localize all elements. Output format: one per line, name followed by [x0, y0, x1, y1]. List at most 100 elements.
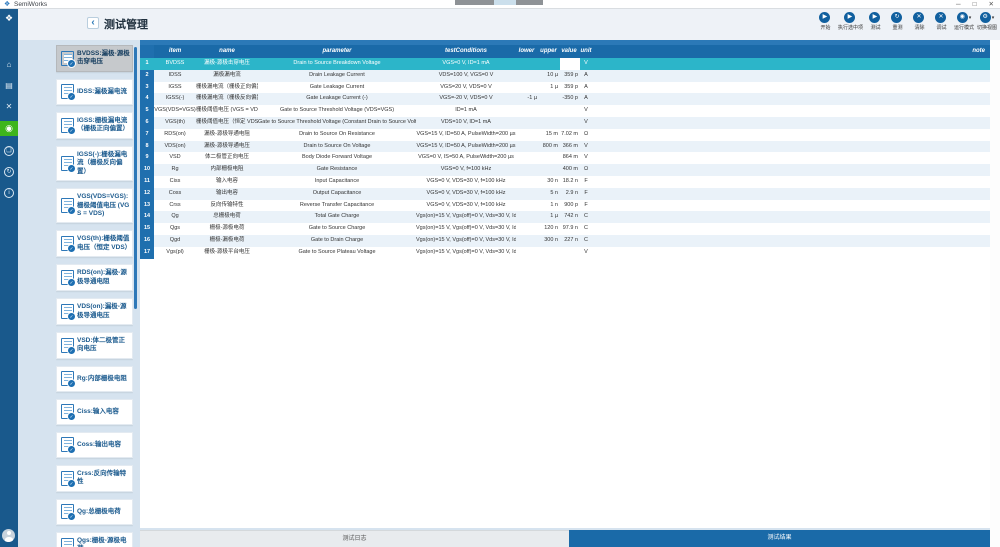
toolbar-button[interactable]: ▶ 测试	[866, 12, 885, 31]
sidebar-scrollbar[interactable]	[134, 47, 137, 309]
cell-value[interactable]: 97.9 n	[560, 223, 580, 235]
cell-value[interactable]: 366 m	[560, 141, 580, 153]
table-row[interactable]: 3 IGSS 栅极漏电流（栅极正向偏置） Gate Leakage Curren…	[140, 81, 990, 94]
table-row[interactable]: 2 IDSS 漏极漏电流 Drain Leakage Current VDS=1…	[140, 69, 990, 82]
cell-parameter: Drain Leakage Current	[309, 71, 365, 78]
cell-value[interactable]	[560, 117, 580, 129]
cell-name: 输出电容	[215, 189, 238, 196]
cell-unit: C	[584, 213, 588, 220]
sidebar-test-item[interactable]: Qg:总栅极电荷	[56, 498, 133, 525]
cell-value[interactable]: 2.9 n	[560, 188, 580, 200]
rail-item[interactable]: ⌂	[0, 58, 18, 71]
sidebar-test-item-label: VDS(on):漏极-源极导通电压	[77, 303, 127, 319]
toolbar-button[interactable]: ▶ 开始	[816, 12, 835, 31]
sidebar-test-item[interactable]: VDS(on):漏极-源极导通电压	[56, 298, 133, 325]
table-row[interactable]: 6 VGS(th) 栅极阈值电压（恒定 VDS） Gate to Source …	[140, 116, 990, 129]
col-header-parameter: parameter	[322, 48, 352, 54]
sidebar-test-item[interactable]: Qgs:栅极-源极电荷	[56, 531, 133, 547]
close-button[interactable]: ✕	[989, 0, 994, 9]
sidebar-test-item-label: IGSS(-):栅极漏电流（栅极反向偏置）	[77, 150, 128, 175]
rail-item[interactable]: i	[0, 186, 18, 199]
table-row[interactable]: 7 RDS(on) 漏极-源极导通电阻 Drain to Source On R…	[140, 128, 990, 141]
rail-item[interactable]: ◉	[0, 121, 18, 136]
maximize-button[interactable]: □	[973, 0, 977, 9]
sidebar-test-item[interactable]: IGSS(-):栅极漏电流（栅极反向偏置）	[56, 145, 133, 182]
sidebar-test-item[interactable]: IDSS:漏极漏电流	[56, 78, 133, 105]
cell-value[interactable]: 400 m	[560, 164, 580, 176]
toolbar-button-iconwrap: ▶	[869, 12, 881, 23]
sidebar-test-item[interactable]: VGS(VDS=VGS):栅极阈值电压 (VGS = VDS)	[56, 188, 133, 224]
back-button[interactable]: ‹	[87, 17, 99, 29]
table-row[interactable]: 17 Vgs(pl) 栅极-源极平台电压 Gate to Source Plat…	[140, 246, 990, 259]
cell-unit: V	[584, 142, 588, 149]
cell-lower	[516, 235, 539, 247]
sidebar-test-item[interactable]: Coss:输出电容	[56, 431, 133, 458]
table-row[interactable]: 16 Qgd 栅极-漏极电荷 Gate to Drain Charge Vgs(…	[140, 234, 990, 247]
table-row[interactable]: 11 Ciss 输入电容 Input Capacitance VGS=0 V, …	[140, 175, 990, 188]
titlebar-notch-inner	[494, 0, 516, 5]
window-title: SemiWorks	[14, 1, 48, 8]
cell-value[interactable]: 7.02 m	[560, 129, 580, 141]
sidebar-test-item[interactable]: VGS(th):栅极阈值电压（恒定 VDS）	[56, 230, 133, 258]
sidebar-test-item[interactable]: VSD:体二极管正向电压	[56, 332, 133, 359]
toolbar-button[interactable]: ◉ ▾ 运行模式	[954, 12, 974, 31]
table-row[interactable]: 8 VDS(on) 漏极-源极导通电压 Drain to Source On V…	[140, 140, 990, 153]
table-row[interactable]: 15 Qgs 栅极-源极电荷 Gate to Source Charge Vgs…	[140, 223, 990, 235]
sidebar-test-item[interactable]: Rg:内部栅极电阻	[56, 365, 133, 392]
cell-note	[592, 70, 990, 82]
cell-value[interactable]: 359 p	[560, 82, 580, 94]
table-row[interactable]: 4 IGSS(-) 栅极漏电流（栅极反向偏置） Gate Leakage Cur…	[140, 93, 990, 106]
table-row[interactable]: 10 Rg 内部栅极电阻 Gate Resistance VGS=0 V, f=…	[140, 164, 990, 176]
cell-value[interactable]: -350 p	[560, 93, 580, 105]
titlebar: ❖ SemiWorks ─ □ ✕	[0, 0, 1000, 9]
cell-value[interactable]: 742 n	[560, 211, 580, 223]
minimize-button[interactable]: ─	[956, 0, 961, 9]
cell-unit: Ω	[583, 130, 589, 137]
table-row[interactable]: 14 Qg 总栅极电荷 Total Gate Charge Vgs(on)=15…	[140, 211, 990, 224]
sidebar-test-item[interactable]: Ciss:输入电容	[56, 398, 133, 425]
cell-note	[592, 247, 990, 259]
cell-item: Qg	[171, 213, 179, 220]
rail-item[interactable]: ✕	[0, 100, 18, 113]
cell-upper: 15 m	[545, 130, 558, 137]
cell-value[interactable]	[560, 58, 580, 70]
cell-value[interactable]	[560, 247, 580, 259]
toolbar-button[interactable]: ✕ 调试	[932, 12, 951, 31]
rail-item[interactable]: ❏	[0, 144, 18, 157]
cell-parameter: Output Capacitance	[312, 189, 362, 196]
cell-item: Rg	[171, 166, 179, 173]
cell-value[interactable]: 900 p	[560, 200, 580, 212]
rail-item[interactable]: ▤	[0, 79, 18, 92]
table-row[interactable]: 1 BVDSS 漏极-源极击穿电压 Drain to Source Breakd…	[140, 58, 990, 70]
cell-unit: A	[584, 83, 588, 90]
table-row[interactable]: 5 VGS(VDS=VGS) 栅极阈值电压 (VGS = VDS) Gate t…	[140, 105, 990, 117]
rail-item[interactable]: ↻	[0, 165, 18, 178]
cell-name: 漏极漏电流	[213, 71, 241, 78]
toolbar-button[interactable]: ▶ 执行选中项	[838, 12, 863, 31]
cell-lower	[516, 129, 539, 141]
cell-value[interactable]: 18.2 n	[560, 176, 580, 188]
document-check-icon	[61, 470, 76, 488]
user-avatar[interactable]	[2, 529, 15, 542]
cell-value[interactable]: 227 n	[560, 235, 580, 247]
sidebar-test-item[interactable]: Crss:反向传输特性	[56, 464, 133, 492]
toolbar-button[interactable]: ✕ 清除	[910, 12, 929, 31]
cell-name: 栅极漏电流（栅极正向偏置）	[196, 83, 258, 90]
table-row[interactable]: 13 Crss 反向传输特性 Reverse Transfer Capacita…	[140, 199, 990, 212]
cell-value[interactable]	[560, 105, 580, 117]
cell-value[interactable]: 359 p	[560, 70, 580, 82]
toolbar-button-label: 测试	[870, 25, 881, 31]
cell-item: Vgs(pl)	[166, 248, 184, 255]
tab-test-result[interactable]: 测试结果	[569, 530, 990, 547]
tab-test-log[interactable]: 测试日志	[140, 530, 569, 547]
table-row[interactable]: 12 Coss 输出电容 Output Capacitance VGS=0 V,…	[140, 187, 990, 200]
sidebar-test-item[interactable]: RDS(on):漏极-源极导通电阻	[56, 264, 133, 292]
cell-rownum: 10	[140, 164, 154, 176]
toolbar-button[interactable]: ⚙ ▾ 切换视图	[977, 12, 997, 31]
toolbar-button[interactable]: ↻ 重测	[888, 12, 907, 31]
sidebar-test-item[interactable]: BVDSS:漏极-源极击穿电压	[56, 45, 133, 72]
sidebar-test-item[interactable]: IGSS:栅极漏电流（栅极正向偏置）	[56, 111, 133, 139]
table-row[interactable]: 9 VSD 体二极管正向电压 Body Diode Forward Voltag…	[140, 152, 990, 165]
cell-value[interactable]: 864 m	[560, 152, 580, 164]
cell-rownum: 8	[140, 140, 154, 153]
